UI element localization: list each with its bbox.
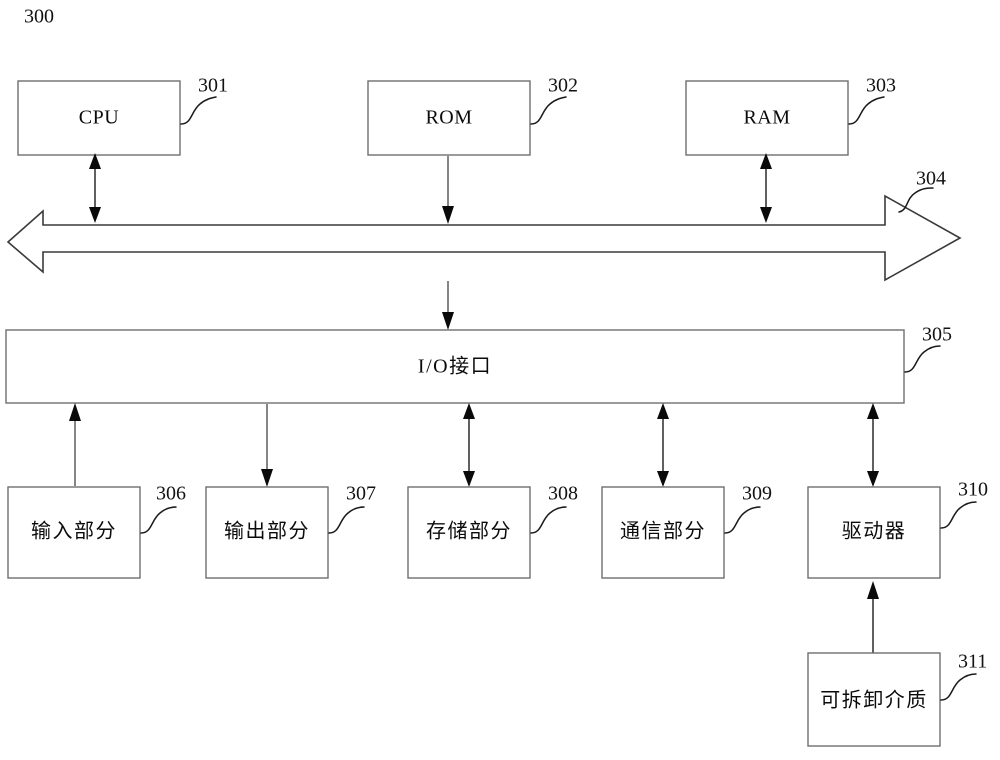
arrow-head-up — [867, 581, 879, 599]
connector-cpu-bus — [89, 153, 101, 223]
node-comm-part[interactable]: 通信部分 — [601, 486, 725, 579]
arrow-head-up — [657, 403, 669, 419]
node-removable-media[interactable]: 可拆卸介质 — [807, 652, 941, 747]
arrow-head-down — [261, 469, 273, 487]
connector-bus-io — [442, 281, 454, 330]
system-architecture-diagram: 300 CPU 301 ROM 302 RAM 303 304 I/O接口 30… — [5, 6, 988, 747]
leader-line-308 — [530, 506, 567, 534]
arrow-head-down — [657, 471, 669, 487]
node-storage-part[interactable]: 存储部分 — [407, 486, 531, 579]
input-part-label: 输入部分 — [31, 520, 117, 543]
node-input-part[interactable]: 输入部分 — [7, 486, 141, 579]
node-rom[interactable]: ROM — [367, 80, 531, 156]
cpu-label: CPU — [79, 107, 119, 129]
arrow-head-up — [463, 403, 475, 419]
arrow-head-up — [867, 403, 879, 419]
connector-rom-bus — [442, 156, 454, 224]
ref-number-305: 305 — [922, 324, 952, 346]
leader-line-307 — [328, 506, 365, 534]
leader-line-302 — [530, 96, 567, 125]
ram-label: RAM — [743, 107, 790, 129]
ref-number-304: 304 — [916, 168, 946, 190]
ref-number-307: 307 — [346, 483, 376, 505]
connector-media-driver — [867, 581, 879, 653]
node-output-part[interactable]: 输出部分 — [205, 486, 329, 579]
ref-number-308: 308 — [548, 483, 578, 505]
arrow-head-down — [442, 206, 454, 224]
node-ram[interactable]: RAM — [685, 80, 849, 156]
arrow-head-down — [760, 207, 772, 223]
connector-io-driver — [867, 403, 879, 487]
comm-part-label: 通信部分 — [620, 520, 706, 543]
leader-line-306 — [140, 506, 177, 534]
bus-arrow-shape[interactable] — [6, 194, 962, 282]
node-cpu[interactable]: CPU — [17, 80, 181, 156]
ref-number-302: 302 — [548, 75, 578, 97]
node-driver[interactable]: 驱动器 — [807, 486, 941, 579]
io-interface-label: I/O接口 — [418, 355, 492, 378]
ref-number-311: 311 — [958, 651, 987, 673]
arrow-head-down — [463, 471, 475, 487]
ref-number-310: 310 — [958, 479, 988, 501]
node-bus[interactable] — [6, 194, 962, 282]
ref-number-303: 303 — [866, 75, 896, 97]
leader-line-305 — [904, 345, 941, 373]
connector-io-comm — [657, 403, 669, 487]
ref-number-309: 309 — [742, 483, 772, 505]
arrow-head-up — [69, 403, 81, 421]
connector-io-output — [261, 404, 273, 487]
arrow-head-down — [89, 207, 101, 223]
leader-line-311 — [940, 673, 977, 701]
figure-number: 300 — [24, 6, 54, 28]
rom-label: ROM — [425, 107, 472, 129]
leader-line-310 — [940, 501, 977, 529]
arrow-head-down — [867, 471, 879, 487]
arrow-head-down — [442, 312, 454, 330]
connector-input-io — [69, 403, 81, 486]
connector-io-storage — [463, 403, 475, 487]
figure-canvas: 300 CPU 301 ROM 302 RAM 303 304 I/O接口 30… — [0, 0, 1000, 760]
leader-line-303 — [848, 96, 885, 125]
leader-line-309 — [724, 506, 761, 534]
driver-label: 驱动器 — [842, 520, 907, 543]
connector-ram-bus — [760, 153, 772, 223]
node-io-interface[interactable]: I/O接口 — [5, 329, 905, 404]
leader-line-304 — [898, 187, 934, 213]
removable-media-label: 可拆卸介质 — [820, 689, 928, 712]
leader-line-301 — [180, 96, 217, 125]
ref-number-301: 301 — [198, 75, 228, 97]
output-part-label: 输出部分 — [224, 520, 310, 543]
storage-part-label: 存储部分 — [426, 520, 512, 543]
ref-number-306: 306 — [156, 483, 186, 505]
